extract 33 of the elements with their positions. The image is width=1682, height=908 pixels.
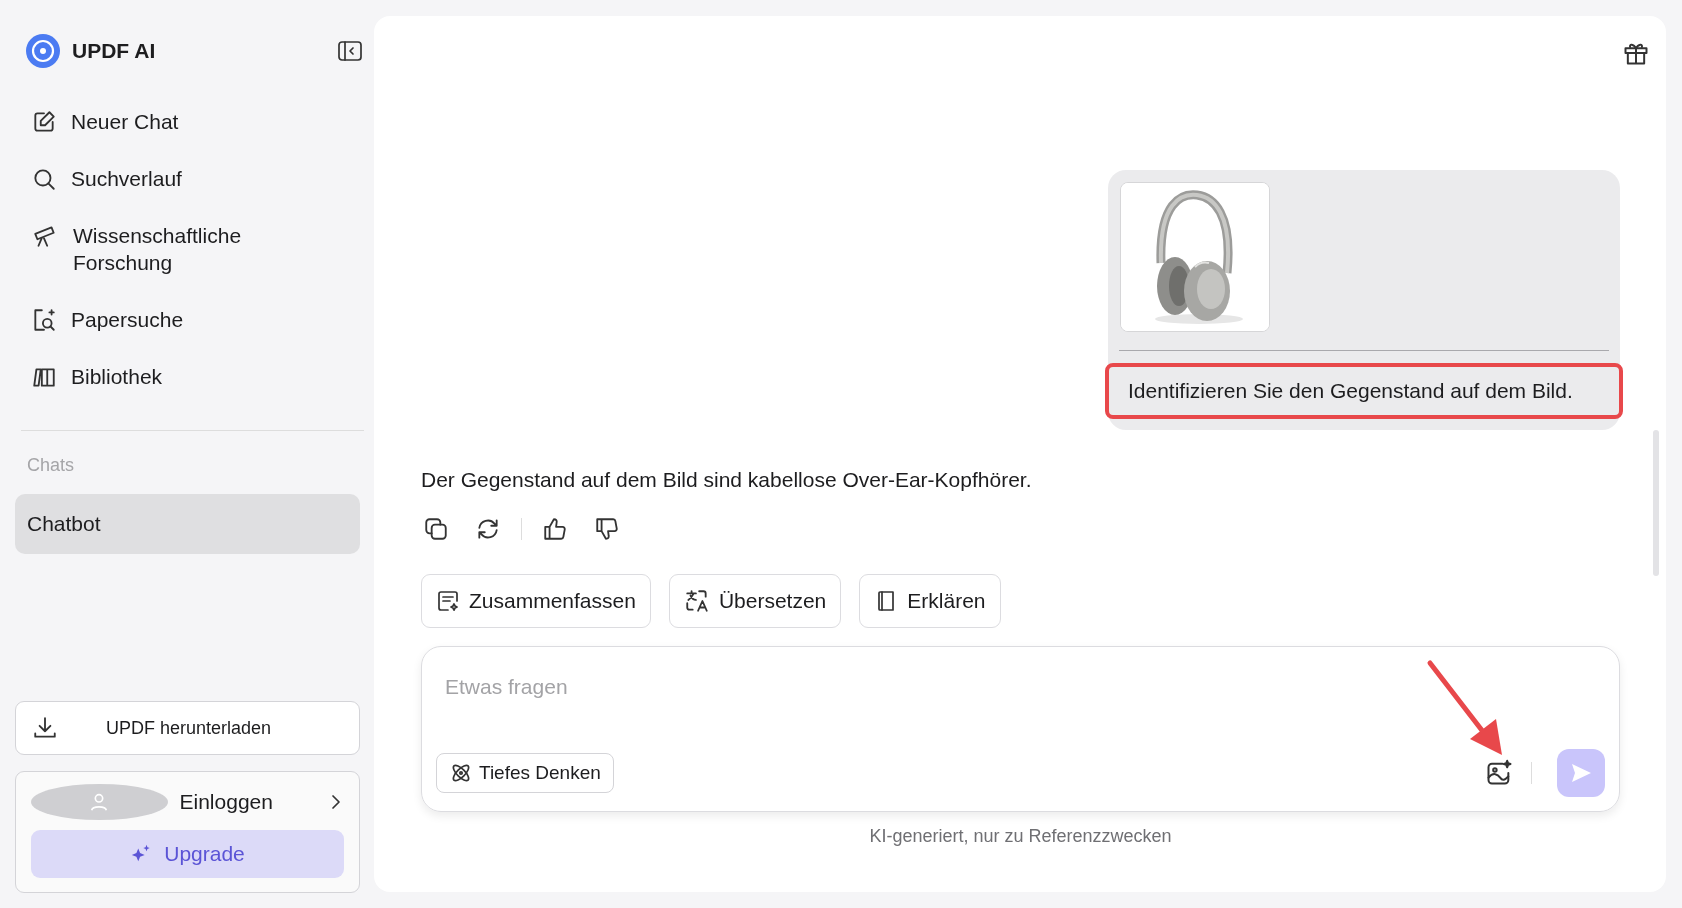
- summary-icon: [436, 589, 460, 613]
- nav-item[interactable]: Papersuche: [15, 306, 374, 333]
- app-name: UPDF AI: [72, 39, 157, 63]
- user-message: Identifizieren Sie den Gegenstand auf dem Bild.: [1105, 363, 1623, 419]
- download-button[interactable]: UPDF herunterladen: [15, 701, 360, 755]
- search-icon: [31, 166, 57, 192]
- nav-item[interactable]: Bibliothek: [15, 363, 374, 390]
- sidebar-toggle-icon[interactable]: [337, 39, 363, 63]
- assistant-reply: Der Gegenstand auf dem Bild sind kabellose Over-Ear-Kopfhörer.: [421, 468, 1033, 492]
- disclaimer: KI-generiert, nur zu Referenzzwecken: [868, 826, 1173, 847]
- download-icon: [32, 715, 58, 741]
- section-label: Chats: [26, 455, 76, 476]
- nav-item[interactable]: Wissenschaftliche Forschung: [15, 222, 374, 276]
- image-upload-icon[interactable]: [1485, 759, 1513, 787]
- quick-action-button[interactable]: Erklären: [859, 574, 1001, 628]
- login-button[interactable]: Einloggen: [31, 784, 344, 820]
- copy-icon[interactable]: [423, 516, 449, 542]
- refresh-icon[interactable]: [475, 516, 501, 542]
- thumbs-down-icon[interactable]: [594, 516, 620, 542]
- upgrade-button[interactable]: Upgrade: [31, 830, 344, 878]
- quick-action-button[interactable]: Übersetzen: [668, 574, 842, 628]
- nav-item[interactable]: Suchverlauf: [15, 165, 374, 192]
- nav-item[interactable]: Neuer Chat: [15, 108, 374, 135]
- quick-action-button[interactable]: Zusammenfassen: [421, 574, 651, 628]
- thumbs-up-icon[interactable]: [542, 516, 568, 542]
- send-icon: [1569, 761, 1593, 785]
- logo-icon: [25, 33, 61, 69]
- translate-icon: [683, 588, 710, 614]
- deep-thinking-button[interactable]: Tiefes Denken: [436, 753, 614, 793]
- chat-item[interactable]: Chatbot: [15, 494, 360, 554]
- edit-icon: [31, 109, 57, 135]
- scrollbar[interactable]: [1653, 430, 1659, 576]
- document-search-icon: [31, 307, 57, 333]
